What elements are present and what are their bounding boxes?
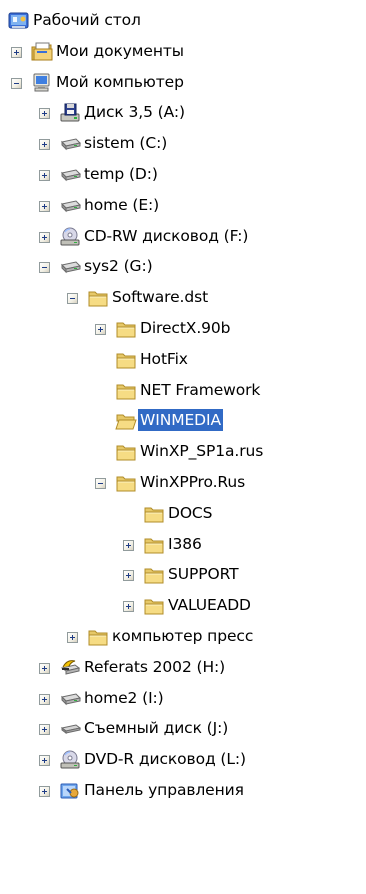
- tree-item[interactable]: DVD-R дисковод (L:): [0, 745, 366, 775]
- tree-item-label[interactable]: компьютер пресс: [110, 625, 255, 647]
- tree-item-label[interactable]: WinXPPro.Rus: [138, 471, 247, 493]
- hard-drive-icon: [59, 165, 82, 185]
- desktop-icon: [8, 11, 30, 31]
- tree-item-label[interactable]: Диск 3,5 (A:): [82, 101, 187, 123]
- tree-item[interactable]: WinXPPro.Rus: [0, 468, 366, 498]
- cd-drive-icon: [59, 750, 81, 770]
- tree-item[interactable]: компьютер пресс: [0, 622, 366, 652]
- expand-icon[interactable]: [39, 200, 50, 212]
- folder-icon: [115, 381, 137, 401]
- folder-icon: [87, 288, 109, 308]
- expand-icon[interactable]: [11, 46, 22, 58]
- expand-icon[interactable]: [123, 570, 134, 582]
- my-documents-icon: [31, 42, 53, 62]
- tree-item-label[interactable]: SUPPORT: [166, 563, 241, 585]
- tree-item[interactable]: WinXP_SP1a.rus: [0, 437, 366, 467]
- folder-icon: [115, 350, 137, 370]
- tree-item-label[interactable]: DVD-R дисковод (L:): [82, 748, 248, 770]
- tree-item[interactable]: Мой компьютер: [0, 68, 366, 98]
- tree-item[interactable]: I386: [0, 530, 366, 560]
- tree-item[interactable]: Мои документы: [0, 37, 366, 67]
- tree-item[interactable]: WINMEDIA: [0, 406, 366, 436]
- tree-item[interactable]: CD-RW дисковод (F:): [0, 222, 366, 252]
- tree-item[interactable]: temp (D:): [0, 160, 366, 190]
- expand-icon[interactable]: [39, 139, 50, 151]
- tree-item-label[interactable]: DirectX.90b: [138, 317, 232, 339]
- tree-item-label[interactable]: Referats 2002 (H:): [82, 656, 227, 678]
- expand-icon[interactable]: [39, 231, 50, 243]
- tree-item[interactable]: Referats 2002 (H:): [0, 653, 366, 683]
- hard-drive-icon: [59, 689, 82, 709]
- tree-item[interactable]: home2 (I:): [0, 684, 366, 714]
- expand-icon[interactable]: [39, 170, 50, 181]
- folder-icon: [115, 319, 137, 339]
- expand-icon[interactable]: [67, 632, 78, 643]
- folder-icon: [143, 504, 165, 524]
- tree-item[interactable]: Съемный диск (J:): [0, 714, 366, 744]
- tree-item[interactable]: VALUEADD: [0, 591, 366, 621]
- folder-icon: [115, 473, 137, 493]
- tree-item-label[interactable]: WinXP_SP1a.rus: [138, 440, 265, 462]
- folder-open-icon: [115, 411, 137, 431]
- tree-item[interactable]: Диск 3,5 (A:): [0, 98, 366, 128]
- tree-item-label[interactable]: Мой компьютер: [54, 71, 186, 93]
- tree-item[interactable]: sistem (C:): [0, 129, 366, 159]
- control-panel-icon: [59, 781, 81, 801]
- expand-icon[interactable]: [39, 786, 50, 797]
- tree-item[interactable]: home (E:): [0, 191, 366, 221]
- floppy-drive-icon: [59, 103, 81, 123]
- tree-item-label[interactable]: Software.dst: [110, 286, 210, 308]
- hard-drive-icon: [59, 134, 82, 154]
- tree-item[interactable]: NET Framework: [0, 376, 366, 406]
- expand-icon[interactable]: [123, 601, 134, 613]
- tree-item-label[interactable]: Рабочий стол: [31, 9, 143, 31]
- collapse-icon[interactable]: [39, 262, 50, 274]
- tree-item-label[interactable]: home (E:): [82, 194, 161, 216]
- tree-item[interactable]: sys2 (G:): [0, 252, 366, 282]
- tree-item-label[interactable]: sistem (C:): [82, 132, 169, 154]
- tree-item-label[interactable]: Съемный диск (J:): [82, 717, 230, 739]
- expand-icon[interactable]: [39, 662, 50, 674]
- expand-icon[interactable]: [39, 755, 50, 767]
- tree-item[interactable]: Software.dst: [0, 283, 366, 313]
- removable-drive-icon: [59, 719, 82, 739]
- tree-item-label[interactable]: temp (D:): [82, 163, 160, 185]
- folder-icon: [143, 565, 165, 585]
- expand-icon[interactable]: [123, 539, 134, 551]
- tree-item-label[interactable]: home2 (I:): [82, 687, 166, 709]
- expand-icon[interactable]: [39, 108, 50, 120]
- tree-item[interactable]: SUPPORT: [0, 560, 366, 590]
- folder-tree: Рабочий стол Мои документы Мой компьютер Ди…: [0, 0, 366, 894]
- tree-item[interactable]: HotFix: [0, 345, 366, 375]
- folder-icon: [143, 535, 165, 555]
- tree-item-label[interactable]: sys2 (G:): [82, 255, 155, 277]
- network-drive-icon: [59, 658, 81, 678]
- collapse-icon[interactable]: [11, 77, 22, 89]
- tree-item-label[interactable]: HotFix: [138, 348, 190, 370]
- expand-icon[interactable]: [39, 724, 50, 736]
- collapse-icon[interactable]: [67, 293, 78, 305]
- cd-drive-icon: [59, 227, 81, 247]
- folder-icon: [143, 596, 165, 616]
- tree-item[interactable]: DirectX.90b: [0, 314, 366, 344]
- tree-item-label[interactable]: NET Framework: [138, 379, 262, 401]
- tree-item[interactable]: Рабочий стол: [0, 6, 366, 36]
- hard-drive-icon: [59, 196, 82, 216]
- hard-drive-icon: [59, 257, 82, 277]
- tree-item-label[interactable]: Мои документы: [54, 40, 186, 62]
- tree-item[interactable]: DOCS: [0, 499, 366, 529]
- folder-icon: [115, 442, 137, 462]
- tree-item-label[interactable]: Панель управления: [82, 779, 246, 801]
- expand-icon[interactable]: [95, 324, 106, 335]
- expand-icon[interactable]: [39, 693, 50, 705]
- tree-item-label[interactable]: CD-RW дисковод (F:): [82, 225, 250, 247]
- collapse-icon[interactable]: [95, 478, 106, 489]
- tree-item-label[interactable]: WINMEDIA: [138, 409, 223, 432]
- folder-icon: [87, 627, 109, 647]
- tree-item-label[interactable]: I386: [166, 533, 204, 555]
- tree-item-label[interactable]: DOCS: [166, 502, 214, 524]
- my-computer-icon: [31, 73, 53, 93]
- tree-item[interactable]: Панель управления: [0, 776, 366, 806]
- tree-item-label[interactable]: VALUEADD: [166, 594, 253, 616]
